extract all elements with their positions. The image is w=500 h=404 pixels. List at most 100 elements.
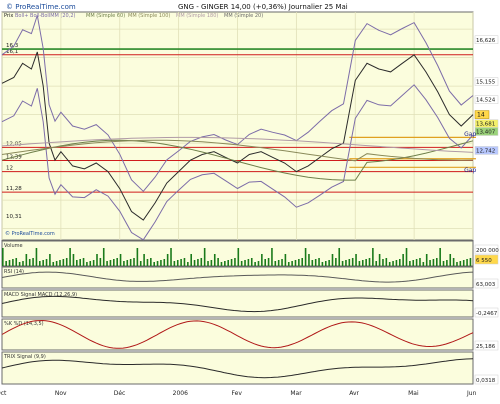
volume-bar bbox=[163, 259, 166, 266]
volume-bar bbox=[237, 248, 240, 266]
indicator-boll: Boll+ Boll-BollMM (20,2) bbox=[15, 13, 76, 19]
volume-bar bbox=[119, 254, 122, 266]
volume-bar bbox=[331, 254, 334, 266]
volume-bar bbox=[382, 259, 384, 266]
volume-bar bbox=[153, 262, 155, 266]
volume-bar bbox=[187, 262, 189, 266]
volume-bar bbox=[422, 262, 425, 266]
volume-bar bbox=[291, 261, 293, 266]
volume-bar bbox=[143, 254, 145, 266]
chart-title: GNG - GINGER 14,00 (+0,36%) Journalier 2… bbox=[178, 3, 348, 11]
right-value-label: 16,626 bbox=[476, 38, 496, 44]
volume-bar bbox=[402, 254, 404, 266]
subpanel-value-label: -0,2467 bbox=[476, 311, 498, 317]
volume-bar bbox=[398, 259, 401, 266]
volume-bar bbox=[123, 261, 125, 266]
volume-bar bbox=[25, 254, 28, 266]
volume-bar bbox=[76, 260, 78, 266]
volume-bar bbox=[324, 261, 327, 266]
volume-bar bbox=[304, 248, 307, 266]
volume-bar bbox=[160, 260, 162, 266]
volume-bar bbox=[294, 260, 297, 266]
top-strip: © ProRealTime.com GNG - GINGER 14,00 (+0… bbox=[0, 0, 500, 11]
volume-bar bbox=[395, 260, 398, 266]
volume-bar bbox=[459, 261, 462, 266]
volume-bar bbox=[126, 260, 129, 266]
volume-bar bbox=[113, 259, 115, 266]
volume-bar bbox=[247, 259, 250, 266]
volume-bar bbox=[341, 261, 344, 266]
volume-bar bbox=[301, 258, 304, 266]
subpanel-value-label: 0,0318 bbox=[476, 378, 496, 384]
volume-bar bbox=[133, 258, 135, 266]
volume-bar bbox=[432, 259, 435, 266]
indicator-ma60: MM (Simple 60) bbox=[86, 13, 125, 19]
volume-bar bbox=[277, 260, 280, 266]
volume-bar bbox=[170, 248, 172, 266]
volume-bar bbox=[234, 258, 236, 266]
volume-bar bbox=[264, 259, 267, 266]
volume-bar bbox=[271, 248, 273, 266]
volume-bar bbox=[435, 258, 438, 266]
volume-bar bbox=[55, 261, 58, 266]
brand-bottom: © ProRealTime.com bbox=[5, 230, 55, 237]
x-month-label: Oct bbox=[0, 390, 7, 397]
volume-bar bbox=[210, 260, 213, 266]
volume-bar bbox=[32, 258, 34, 266]
x-month-label: Avr bbox=[349, 390, 359, 397]
volume-bar bbox=[5, 261, 7, 266]
volume-bar bbox=[405, 248, 408, 266]
volume-bar bbox=[429, 260, 431, 266]
volume-bar bbox=[8, 260, 11, 266]
volume-bar bbox=[250, 258, 253, 266]
volume-bar bbox=[156, 261, 159, 266]
volume-bar bbox=[203, 248, 206, 266]
volume-bar bbox=[230, 259, 233, 266]
volume-bar bbox=[311, 260, 314, 266]
prix-label: Prix bbox=[4, 13, 13, 19]
volume-bar bbox=[267, 258, 270, 266]
volume-bar bbox=[220, 262, 223, 266]
volume-bar bbox=[102, 248, 105, 266]
right-value-label: 13,407 bbox=[476, 130, 496, 136]
volume-bar bbox=[227, 260, 230, 266]
volume-bar bbox=[298, 259, 300, 266]
volume-bar bbox=[193, 260, 196, 266]
volume-bar bbox=[321, 262, 324, 266]
volume-bar bbox=[456, 262, 458, 266]
volume-bar bbox=[116, 258, 118, 266]
volume-bar bbox=[385, 258, 388, 266]
gap-label-upper: Gap bbox=[464, 131, 476, 138]
volume-panel-title: Volume bbox=[4, 243, 23, 249]
volume-bar bbox=[72, 254, 75, 266]
volume-bar bbox=[65, 258, 68, 266]
volume-bar bbox=[190, 254, 192, 266]
volume-bar bbox=[351, 258, 354, 266]
volume-bar bbox=[446, 260, 448, 266]
indicator-ma100: MM (Simple 100) bbox=[128, 13, 170, 19]
subpanel-value-label: 200 000 bbox=[476, 248, 499, 254]
chart-svg: © ProRealTime.com GNG - GINGER 14,00 (+0… bbox=[0, 0, 500, 397]
volume-bar bbox=[35, 248, 38, 266]
volume-bar bbox=[244, 260, 246, 266]
volume-bar bbox=[365, 259, 367, 266]
volume-bar bbox=[274, 261, 277, 266]
volume-bar bbox=[368, 258, 371, 266]
volume-bar bbox=[39, 261, 41, 266]
subpanel-value-label: 6 550 bbox=[476, 258, 492, 264]
volume-bar bbox=[318, 258, 320, 266]
x-month-label: Fev bbox=[232, 390, 243, 397]
volume-bar bbox=[99, 258, 102, 266]
volume-bar bbox=[224, 261, 226, 266]
volume-bar bbox=[452, 258, 455, 266]
volume-bar bbox=[86, 262, 88, 266]
x-month-label: Jun bbox=[466, 390, 477, 397]
volume-bar bbox=[355, 254, 357, 266]
volume-bar bbox=[62, 259, 65, 266]
volume-bar bbox=[213, 254, 216, 266]
volume-bar bbox=[345, 260, 347, 266]
volume-bar bbox=[257, 261, 260, 266]
volume-bar bbox=[197, 259, 199, 266]
volume-bar bbox=[412, 260, 415, 266]
volume-bar bbox=[15, 258, 18, 266]
